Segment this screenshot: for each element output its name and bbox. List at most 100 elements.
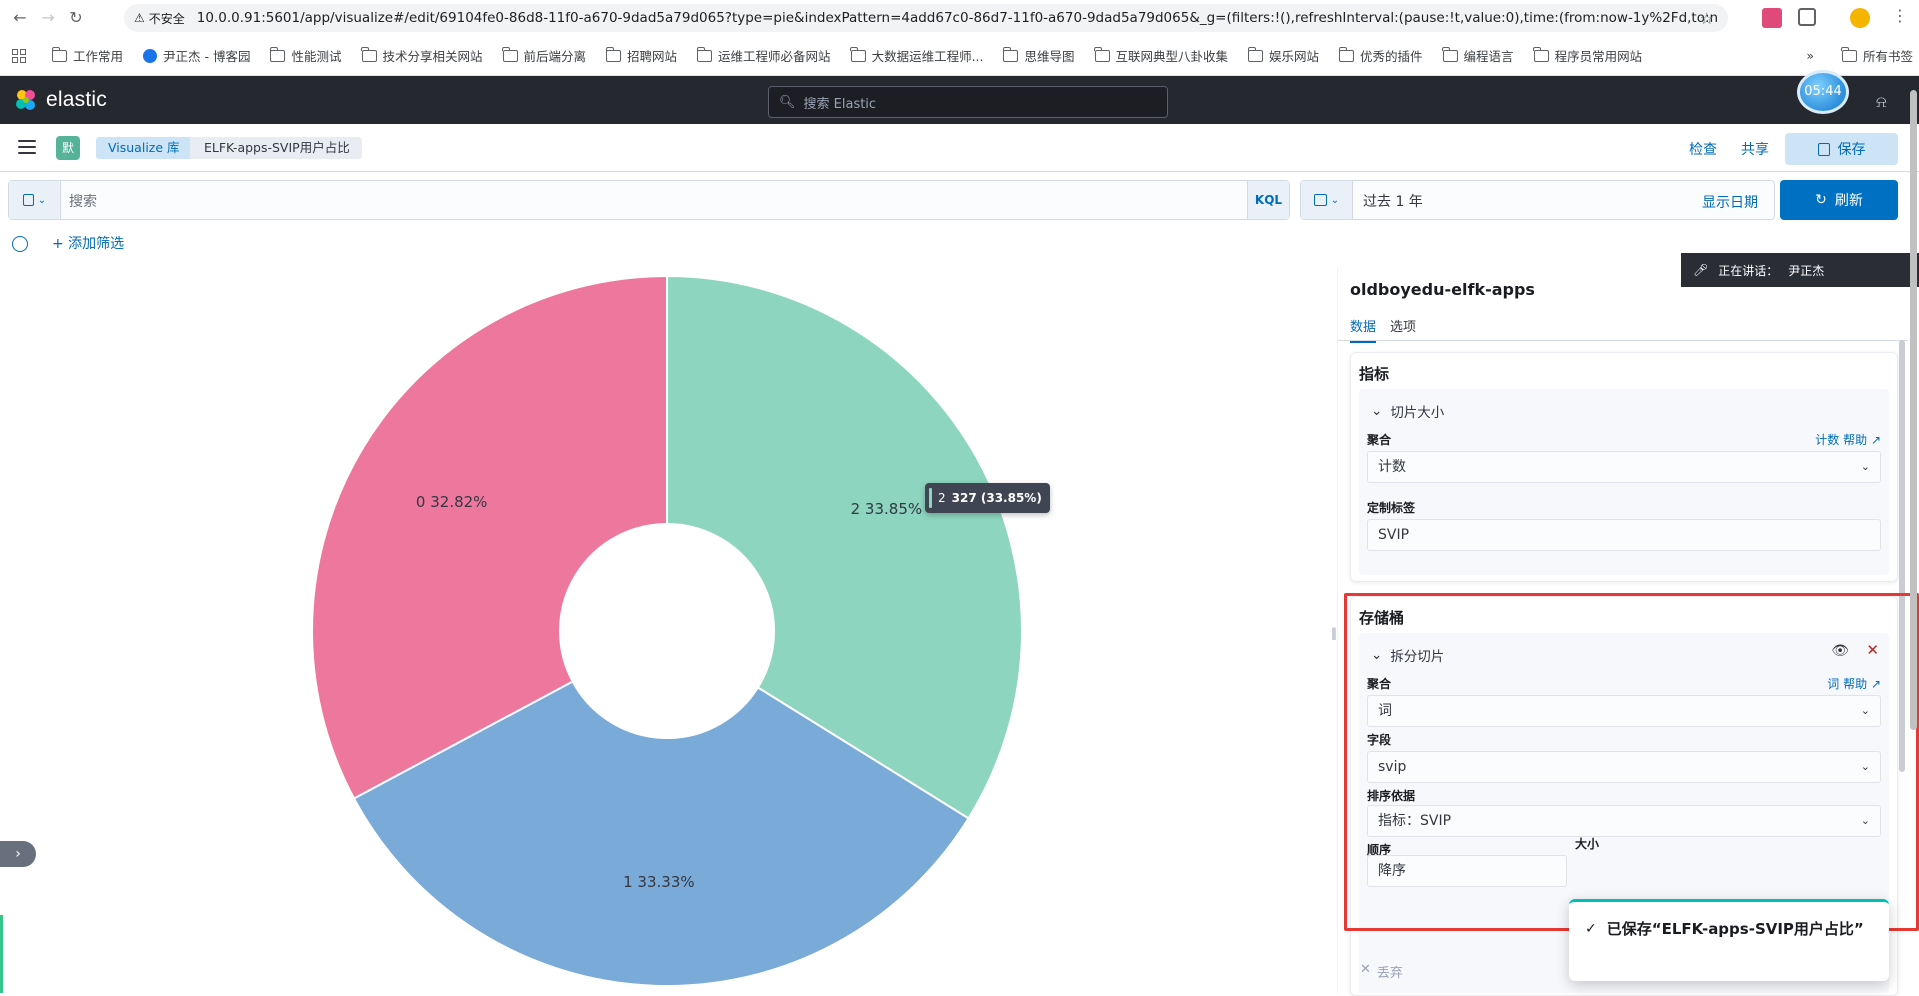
filter-icon[interactable] [12, 236, 28, 252]
microphone-icon: 🎤︎ [1693, 263, 1709, 277]
filter-row: + 添加筛选 [0, 228, 1919, 268]
insecure-badge[interactable]: ⚠ 不安全 [134, 10, 185, 27]
folder-icon [1533, 46, 1549, 62]
chevron-down-icon: ⌄ [1860, 460, 1870, 473]
query-input[interactable]: 搜索 [69, 191, 97, 211]
date-range-text[interactable]: 过去 1 年 [1363, 191, 1423, 211]
add-filter-button[interactable]: + 添加筛选 [52, 233, 124, 253]
global-search-input[interactable]: 🔍︎ 搜索 Elastic [768, 86, 1168, 118]
bookmark-folder[interactable]: 编程语言 [1442, 46, 1514, 65]
folder-icon [1247, 46, 1264, 62]
menu-icon[interactable] [18, 140, 36, 154]
bookmark-folder[interactable]: 运维工程师必备网站 [696, 46, 831, 65]
sidebar-tabs: 数据 选项 [1350, 316, 1416, 343]
tab-data[interactable]: 数据 [1350, 316, 1377, 343]
close-icon: ✕ [1360, 962, 1371, 977]
elastic-logo-icon [16, 90, 35, 110]
tooltip-swatch [929, 488, 932, 508]
metrics-title: 指标 [1359, 365, 1390, 383]
extension-icon[interactable] [1762, 8, 1782, 28]
save-icon [22, 194, 34, 206]
browser-menu-icon[interactable]: ⋮ [1892, 6, 1908, 25]
show-dates-link[interactable]: 显示日期 [1702, 192, 1758, 212]
bookmark-folder[interactable]: 思维导图 [1002, 46, 1075, 65]
site-favicon-icon [143, 48, 158, 63]
forward-icon[interactable]: → [38, 8, 58, 28]
bookmark-star-icon[interactable]: ☆ [1700, 9, 1714, 28]
external-link-icon: ↗ [1870, 433, 1881, 447]
folder-icon [1338, 46, 1355, 62]
share-link[interactable]: 共享 [1741, 139, 1769, 159]
all-bookmarks[interactable]: 所有书签 [1841, 46, 1913, 65]
folder-icon [51, 46, 67, 62]
bookmark-folder[interactable]: 大数据运维工程师... [850, 46, 983, 65]
agg-help-link[interactable]: 计数 帮助 ↗ [1815, 431, 1881, 448]
query-box: ⌄ 搜索 KQL [8, 180, 1290, 220]
date-picker: ⌄ 过去 1 年 显示日期 [1300, 180, 1775, 220]
bookmark-folder[interactable]: 技术分享相关网站 [361, 46, 483, 65]
folder-icon [850, 46, 866, 62]
app-bar: 默 Visualize 库 ELFK-apps-SVIP用户占比 检查 共享 保… [0, 124, 1919, 172]
tab-options[interactable]: 选项 [1390, 316, 1416, 343]
address-bar[interactable]: ⚠ 不安全 10.0.0.91:5601/app/visualize#/edit/… [124, 4, 1728, 32]
apps-grid-icon[interactable] [12, 48, 26, 63]
bookmark-link[interactable]: 尹正杰 - 博客园 [143, 46, 250, 65]
kql-toggle[interactable]: KQL [1247, 181, 1289, 219]
folder-icon [1442, 46, 1458, 62]
reload-icon[interactable]: ↻ [66, 8, 86, 28]
custom-label-input[interactable]: SVIP [1367, 519, 1881, 551]
discard-button[interactable]: ✕ 丢弃 [1360, 962, 1403, 981]
warning-icon: ⚠ [134, 11, 145, 25]
bookmark-folder[interactable]: 前后端分离 [502, 46, 586, 65]
back-icon[interactable]: ← [10, 8, 30, 28]
page-scrollbar[interactable] [1910, 90, 1917, 730]
folder-icon [269, 46, 286, 62]
bookmark-folder[interactable]: 程序员常用网站 [1533, 46, 1642, 65]
bookmark-folder[interactable]: 优秀的插件 [1338, 46, 1423, 65]
bookmark-folder[interactable]: 招聘网站 [605, 46, 677, 65]
folder-icon [1002, 46, 1019, 62]
agg-select[interactable]: 计数 ⌄ [1367, 451, 1881, 483]
quick-menu-button[interactable]: ⌄ [1301, 181, 1353, 219]
extensions-puzzle-icon[interactable] [1798, 8, 1816, 26]
bookmark-folder[interactable]: 性能测试 [269, 46, 342, 65]
browser-toolbar: ← → ↻ ⚠ 不安全 10.0.0.91:5601/app/visualize#… [0, 0, 1919, 36]
success-toast: ✓ 已保存“ELFK-apps-SVIP用户占比” [1569, 899, 1889, 981]
folder-icon [696, 46, 713, 62]
bookmark-folder[interactable]: 娱乐网站 [1247, 46, 1319, 65]
breadcrumb-visualize-library[interactable]: Visualize 库 [96, 137, 198, 159]
refresh-button[interactable]: ↻ 刷新 [1780, 180, 1898, 220]
elastic-logo[interactable]: elastic [14, 88, 107, 112]
tabs-divider [1338, 340, 1908, 341]
save-button[interactable]: 保存 [1785, 133, 1898, 165]
floating-clock: 05:44 [1797, 70, 1849, 114]
agg-label: 聚合 [1367, 433, 1392, 447]
url-text[interactable]: 10.0.0.91:5601/app/visualize#/edit/69104… [197, 10, 1717, 26]
folder-icon [361, 46, 377, 62]
help-icon[interactable]: ⍾ [1876, 92, 1887, 112]
folder-icon [1841, 46, 1857, 62]
kibana-header: elastic 🔍︎ 搜索 Elastic ⍾ [0, 76, 1919, 124]
bookmark-folder[interactable]: 工作常用 [51, 46, 123, 65]
custom-label-label: 定制标签 [1367, 501, 1416, 515]
space-avatar[interactable]: 默 [56, 136, 80, 160]
voice-indicator: 🎤︎ 正在讲话： 尹正杰 [1681, 253, 1919, 287]
highlight-annotation [1344, 593, 1919, 931]
metric-item: ⌄ 切片大小 聚合 计数 帮助 ↗ 计数 ⌄ 定制标签 SVIP [1359, 389, 1889, 575]
search-icon: 🔍︎ [779, 94, 796, 110]
index-pattern-title: oldboyedu-elfk-apps [1350, 280, 1535, 299]
saved-query-button[interactable]: ⌄ [9, 181, 61, 219]
folder-icon [1094, 46, 1110, 62]
chevron-down-icon: ⌄ [37, 194, 47, 206]
metric-item-header[interactable]: ⌄ 切片大小 [1371, 401, 1444, 421]
inspect-link[interactable]: 检查 [1689, 139, 1717, 159]
folder-icon [605, 46, 622, 62]
bookmark-folder[interactable]: 互联网典型八卦收集 [1094, 46, 1228, 65]
chevron-down-icon: ⌄ [1371, 403, 1383, 419]
profile-avatar[interactable] [1850, 8, 1870, 28]
pie-slice-0[interactable] [311, 274, 668, 800]
expand-sidebar-button[interactable]: › [0, 841, 36, 867]
bookmarks-bar: 工作常用 尹正杰 - 博客园 性能测试 技术分享相关网站 前后端分离 招聘网站 … [0, 36, 1919, 76]
bookmarks-overflow-button[interactable]: » [1806, 48, 1814, 63]
chart-tooltip: 2 327 (33.85%) [925, 483, 1050, 513]
